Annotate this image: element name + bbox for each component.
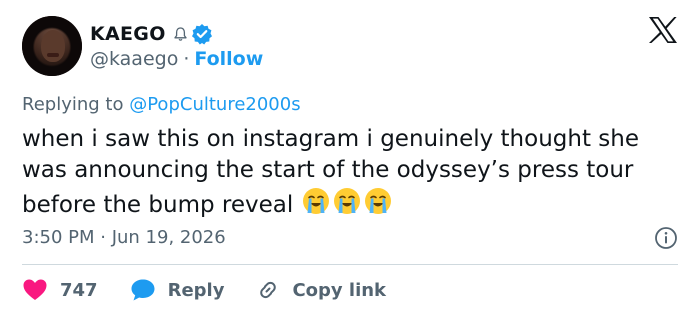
divider [22, 264, 678, 265]
follow-button[interactable]: Follow [194, 48, 263, 70]
copy-link-button[interactable]: Copy link [256, 278, 386, 302]
info-icon[interactable] [654, 226, 678, 250]
name-row: KAEGO [90, 22, 213, 46]
action-bar: 747 Reply Copy link [22, 274, 418, 306]
verified-badge-icon [191, 23, 213, 45]
timestamp[interactable]: 3:50 PM · Jun 19, 2026 [22, 227, 226, 248]
avatar[interactable] [22, 16, 82, 76]
replying-to-label: Replying to [22, 94, 124, 115]
like-count: 747 [60, 279, 98, 301]
speech-bubble-icon [131, 279, 155, 301]
loudly-crying-face-icon [332, 186, 362, 216]
replying-to-mention[interactable]: @PopCulture2000s [129, 94, 300, 115]
tweet-text: when i saw this on instagram i genuinely… [22, 124, 672, 225]
loudly-crying-face-icon [301, 186, 331, 216]
x-logo-icon[interactable] [648, 16, 678, 44]
replying-to: Replying to @PopCulture2000s [22, 94, 301, 115]
reply-button[interactable]: Reply [130, 278, 225, 302]
reply-label: Reply [167, 279, 225, 301]
handle[interactable]: @kaaego [90, 48, 178, 70]
display-name[interactable]: KAEGO [90, 23, 166, 45]
separator: · [183, 48, 190, 70]
like-button[interactable]: 747 [22, 278, 98, 302]
bell-icon [173, 26, 188, 42]
heart-icon [23, 279, 47, 300]
emoji-group [301, 186, 394, 225]
link-icon [260, 281, 277, 299]
loudly-crying-face-icon [363, 186, 393, 216]
avatar-hair [22, 16, 82, 76]
tweet-header: KAEGO @kaaego · Follow [22, 14, 700, 80]
handle-row: @kaaego · Follow [90, 48, 263, 70]
copy-link-label: Copy link [292, 279, 387, 301]
